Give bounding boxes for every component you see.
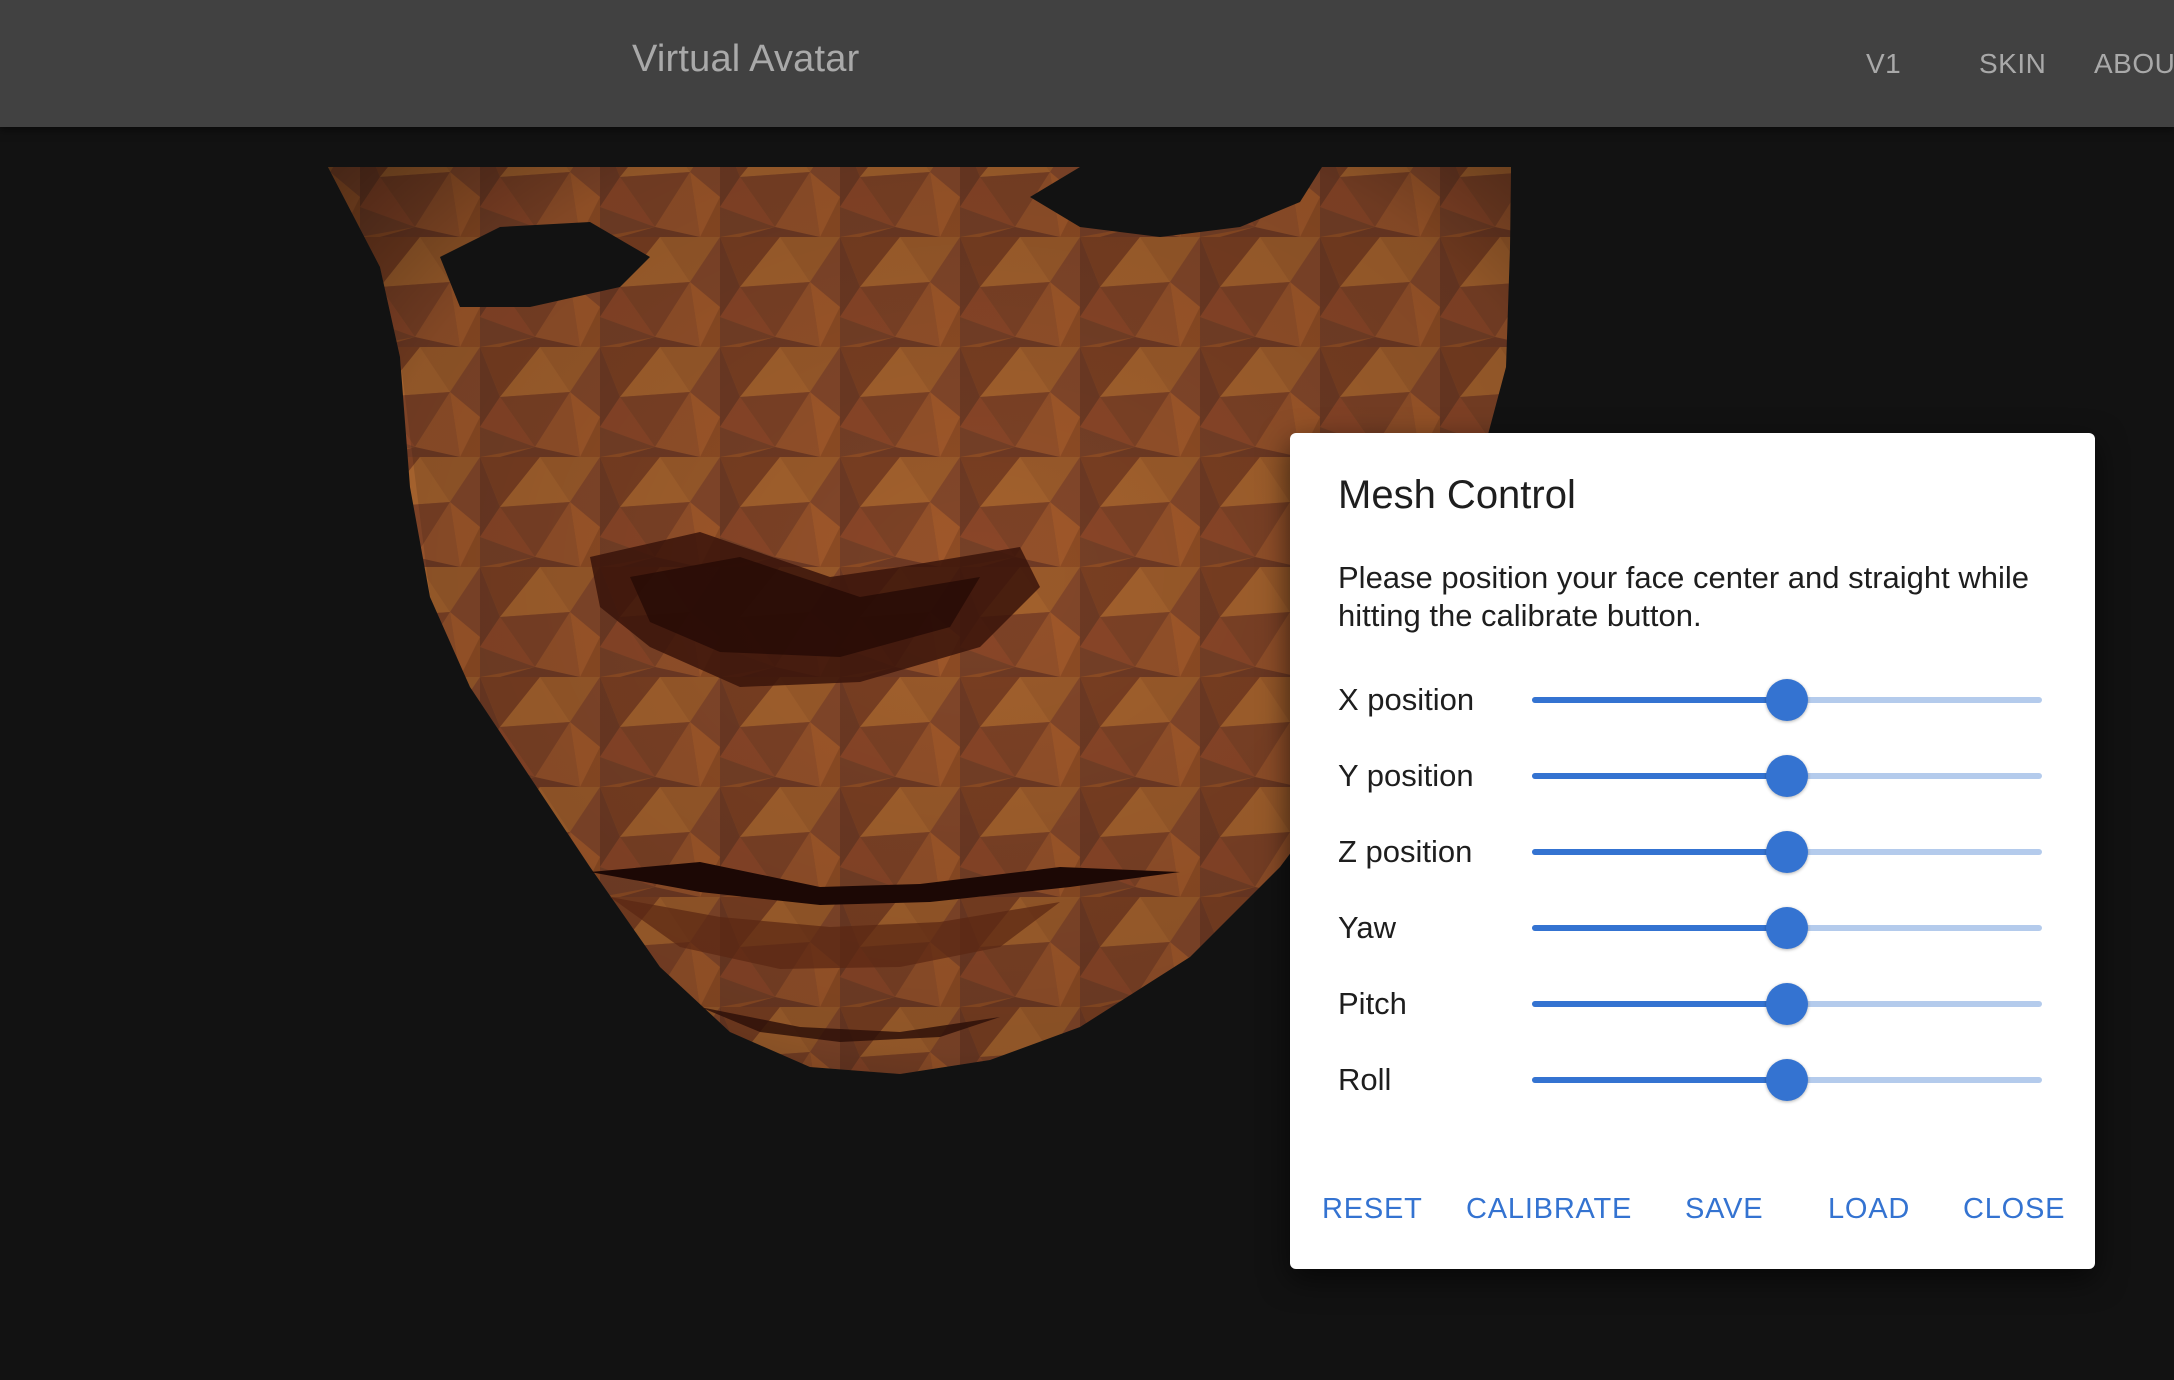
slider-fill	[1532, 925, 1787, 931]
slider-thumb[interactable]	[1766, 831, 1808, 873]
slider-fill	[1532, 1077, 1787, 1083]
z-position-slider[interactable]	[1532, 831, 2042, 873]
slider-thumb[interactable]	[1766, 907, 1808, 949]
dialog-title: Mesh Control	[1338, 473, 1576, 517]
slider-thumb[interactable]	[1766, 679, 1808, 721]
load-button[interactable]: LOAD	[1828, 1193, 1910, 1226]
slider-fill	[1532, 849, 1787, 855]
save-button[interactable]: SAVE	[1685, 1193, 1763, 1226]
yaw-slider[interactable]	[1532, 907, 2042, 949]
x-position-slider[interactable]	[1532, 679, 2042, 721]
slider-thumb[interactable]	[1766, 983, 1808, 1025]
slider-fill	[1532, 1001, 1787, 1007]
slider-row-pitch: Pitch	[1338, 974, 2048, 1034]
slider-row-x-position: X position	[1338, 670, 2048, 730]
slider-row-z-position: Z position	[1338, 822, 2048, 882]
slider-label: Y position	[1338, 758, 1474, 793]
app-bar: Virtual Avatar V1 SKIN ABOU	[0, 0, 2174, 127]
close-button[interactable]: CLOSE	[1963, 1193, 2065, 1226]
y-position-slider[interactable]	[1532, 755, 2042, 797]
dialog-actions: RESET CALIBRATE SAVE LOAD CLOSE	[1290, 1193, 2095, 1243]
nav-item-skin[interactable]: SKIN	[1979, 48, 2046, 80]
slider-fill	[1532, 773, 1787, 779]
slider-label: X position	[1338, 682, 1475, 717]
pitch-slider[interactable]	[1532, 983, 2042, 1025]
slider-fill	[1532, 697, 1787, 703]
app-title: Virtual Avatar	[632, 38, 860, 80]
roll-slider[interactable]	[1532, 1059, 2042, 1101]
slider-thumb[interactable]	[1766, 1059, 1808, 1101]
nav-item-v1[interactable]: V1	[1866, 48, 1901, 80]
slider-row-y-position: Y position	[1338, 746, 2048, 806]
slider-row-roll: Roll	[1338, 1050, 2048, 1110]
slider-label: Yaw	[1338, 910, 1397, 945]
slider-label: Pitch	[1338, 986, 1407, 1021]
slider-thumb[interactable]	[1766, 755, 1808, 797]
dialog-description: Please position your face center and str…	[1338, 560, 2030, 633]
slider-label: Z position	[1338, 834, 1473, 869]
slider-label: Roll	[1338, 1062, 1392, 1097]
nav-item-about[interactable]: ABOU	[2094, 48, 2174, 80]
mesh-control-dialog: Mesh Control Please position your face c…	[1290, 433, 2095, 1269]
calibrate-button[interactable]: CALIBRATE	[1466, 1193, 1632, 1226]
reset-button[interactable]: RESET	[1322, 1193, 1423, 1226]
slider-row-yaw: Yaw	[1338, 898, 2048, 958]
